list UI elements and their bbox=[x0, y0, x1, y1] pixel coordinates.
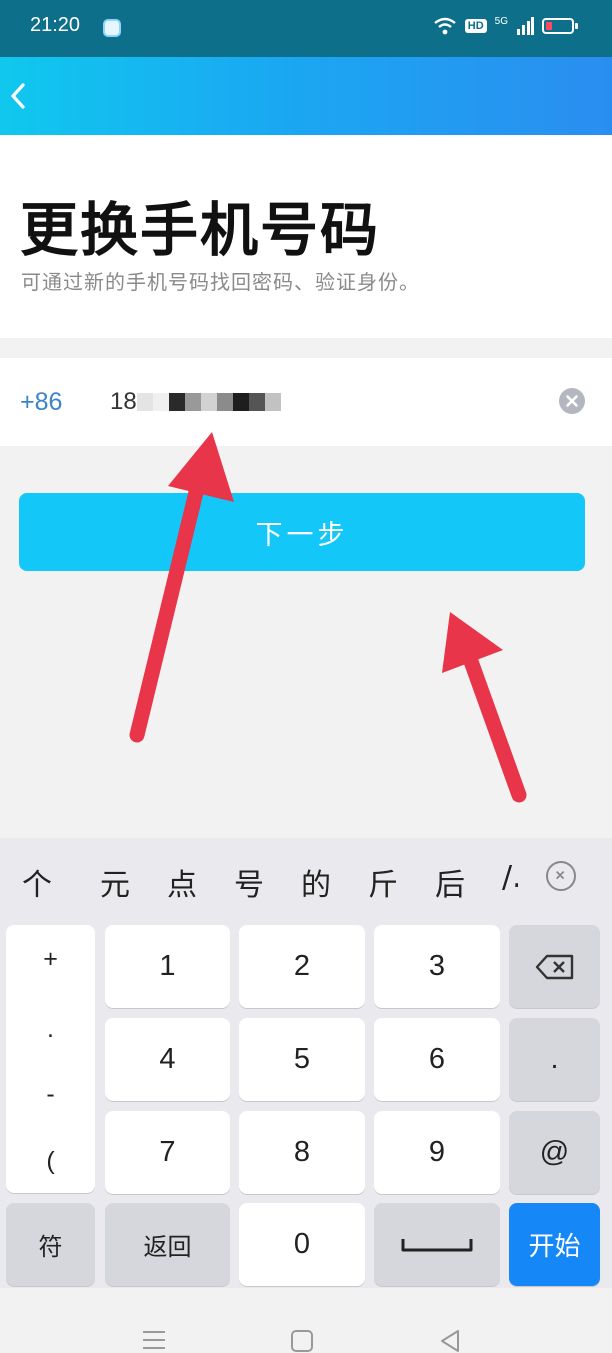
backspace-icon bbox=[535, 954, 573, 979]
back-key[interactable]: 返回 bbox=[105, 1203, 230, 1286]
phone-number-value: 18 bbox=[110, 388, 137, 415]
wifi-icon bbox=[434, 17, 456, 35]
status-bar: 21:20 HD 5G bbox=[0, 0, 612, 57]
key-4[interactable]: 4 bbox=[105, 1018, 230, 1101]
redacted-mosaic bbox=[136, 393, 281, 411]
app-notification-icon bbox=[103, 19, 121, 37]
candidate-item[interactable]: /. bbox=[502, 860, 518, 895]
key-1[interactable]: 1 bbox=[105, 925, 230, 1008]
candidate-item[interactable]: 斤 bbox=[368, 860, 398, 904]
page-subtitle: 可通过新的手机号码找回密码、验证身份。 bbox=[21, 270, 420, 294]
candidate-bar: 个 元 点 号 的 斤 后 /. bbox=[0, 838, 612, 920]
signal-icon bbox=[517, 17, 534, 35]
backspace-key[interactable] bbox=[509, 925, 600, 1008]
key-8[interactable]: 8 bbox=[239, 1111, 365, 1194]
key-7[interactable]: 7 bbox=[105, 1111, 230, 1194]
title-section: 更换手机号码 可通过新的手机号码找回密码、验证身份。 bbox=[0, 135, 612, 338]
key-3[interactable]: 3 bbox=[374, 925, 500, 1008]
candidate-item[interactable]: 个 bbox=[22, 860, 52, 904]
chevron-left-icon[interactable] bbox=[6, 79, 30, 113]
symbol-column[interactable]: + . - ( bbox=[6, 925, 95, 1193]
candidate-item[interactable]: 后 bbox=[435, 860, 465, 904]
next-step-button[interactable]: 下一步 bbox=[19, 493, 585, 571]
symbol-plus-key[interactable]: + bbox=[6, 945, 95, 974]
go-key[interactable]: 开始 bbox=[509, 1203, 600, 1286]
page-title: 更换手机号码 bbox=[20, 196, 381, 264]
symbol-dot-key[interactable]: . bbox=[6, 1015, 95, 1044]
phone-input-row[interactable]: +86 18 bbox=[0, 358, 612, 446]
key-5[interactable]: 5 bbox=[239, 1018, 365, 1101]
hd-badge: HD bbox=[464, 19, 487, 33]
symbol-minus-key[interactable]: - bbox=[6, 1080, 95, 1109]
system-nav-bar bbox=[0, 1288, 612, 1353]
space-key[interactable] bbox=[374, 1203, 500, 1286]
back-nav-icon[interactable] bbox=[438, 1329, 462, 1353]
top-nav-bar bbox=[0, 57, 612, 135]
close-candidates-icon[interactable] bbox=[546, 861, 576, 891]
network-type: 5G bbox=[494, 15, 508, 27]
symbols-key[interactable]: 符 bbox=[6, 1203, 95, 1286]
dot-key[interactable]: . bbox=[509, 1018, 600, 1101]
battery-icon bbox=[542, 18, 578, 34]
key-6[interactable]: 6 bbox=[374, 1018, 500, 1101]
status-icons: HD 5G bbox=[433, 15, 578, 36]
clear-icon[interactable] bbox=[559, 388, 585, 414]
home-icon[interactable] bbox=[290, 1329, 314, 1353]
candidate-item[interactable]: 点 bbox=[167, 860, 197, 904]
space-icon bbox=[401, 1238, 473, 1251]
symbol-paren-key[interactable]: ( bbox=[6, 1147, 95, 1176]
key-2[interactable]: 2 bbox=[239, 925, 365, 1008]
candidate-item[interactable]: 号 bbox=[234, 860, 264, 904]
country-code[interactable]: +86 bbox=[20, 388, 62, 417]
key-0[interactable]: 0 bbox=[239, 1203, 365, 1286]
key-9[interactable]: 9 bbox=[374, 1111, 500, 1194]
at-key[interactable]: @ bbox=[509, 1111, 600, 1194]
status-time: 21:20 bbox=[30, 14, 81, 36]
candidate-item[interactable]: 的 bbox=[301, 860, 331, 904]
menu-icon[interactable] bbox=[141, 1329, 167, 1351]
phone-number-input[interactable]: 18 bbox=[110, 388, 281, 416]
candidate-item[interactable]: 元 bbox=[100, 860, 130, 904]
